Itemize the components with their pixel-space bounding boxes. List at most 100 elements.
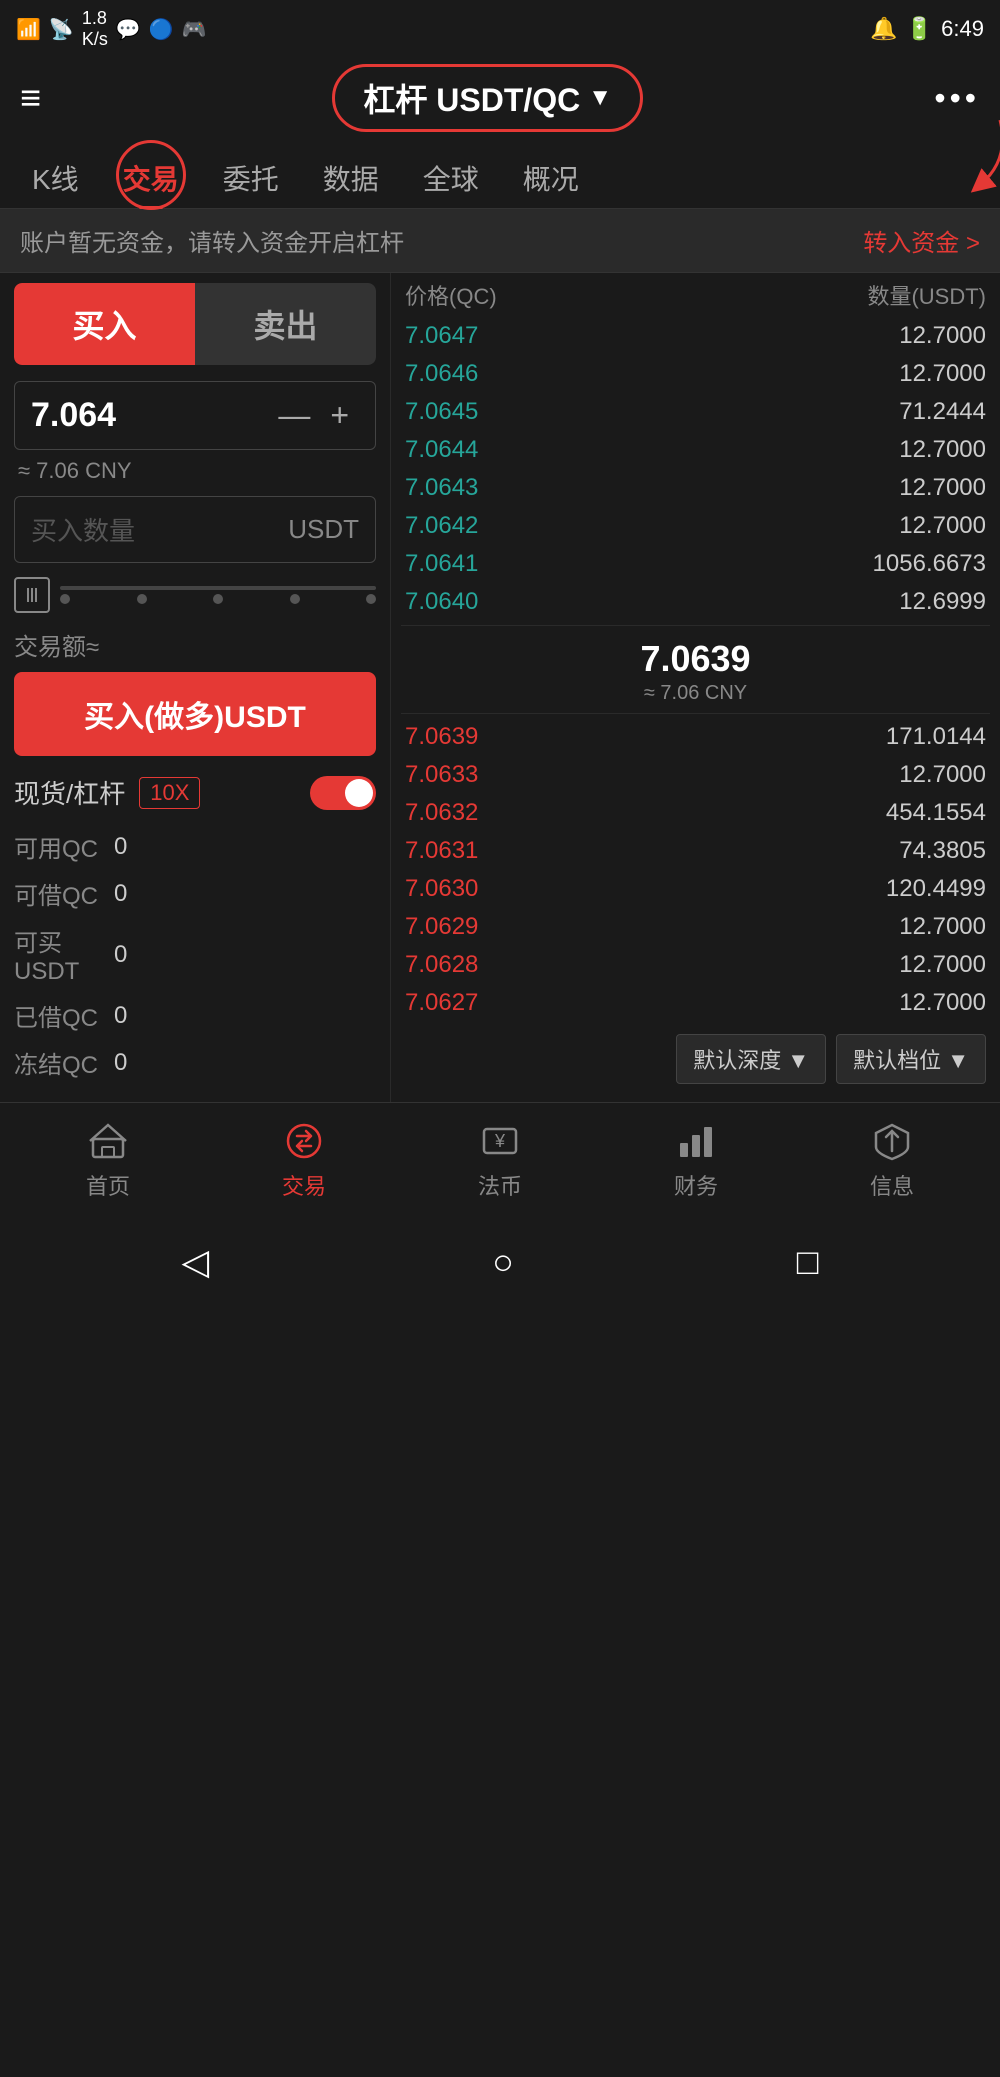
tab-trade[interactable]: 交易 (101, 148, 201, 208)
bid-row-1[interactable]: 7.0633 12.7000 (401, 756, 990, 794)
level-selector[interactable]: 默认档位 ▼ (836, 1034, 986, 1084)
bid-qty-6: 12.7000 (899, 951, 986, 979)
available-qc-row: 可用QC 0 (14, 829, 376, 864)
ask-row-3[interactable]: 7.0644 12.7000 (401, 431, 990, 469)
market-selector[interactable]: 杠杆 USDT/QC ▼ (332, 64, 643, 132)
bid-row-3[interactable]: 7.0631 74.3805 (401, 832, 990, 870)
borrowed-qc-label: 已借QC (14, 998, 114, 1033)
ask-qty-6: 1056.6673 (873, 550, 986, 578)
nav-finance-label: 财务 (674, 1169, 718, 1201)
buy-sell-tabs: 买入 卖出 (14, 283, 376, 365)
nav-fiat[interactable]: ¥ 法币 (460, 1119, 540, 1201)
nav-info-label: 信息 (870, 1169, 914, 1201)
system-nav-bar: ◁ ○ □ (0, 1221, 1000, 1313)
bid-qty-7: 12.7000 (899, 989, 986, 1017)
trade-amount-label: 交易额≈ (14, 627, 99, 662)
depth-selector[interactable]: 默认深度 ▼ (676, 1034, 826, 1084)
bid-price-2: 7.0632 (405, 799, 478, 827)
tab-overview[interactable]: 概况 (501, 148, 601, 208)
home-button[interactable]: ○ (492, 1241, 514, 1283)
slider-dot-1 (137, 594, 147, 604)
toggle-label: 现货/杠杆 (14, 774, 125, 811)
toggle-knob (345, 779, 373, 807)
menu-button[interactable]: ≡ (20, 77, 41, 119)
bid-row-2[interactable]: 7.0632 454.1554 (401, 794, 990, 832)
info-icon (870, 1119, 914, 1163)
nav-finance[interactable]: 财务 (656, 1119, 736, 1201)
ask-row-4[interactable]: 7.0643 12.7000 (401, 469, 990, 507)
finance-icon (674, 1119, 718, 1163)
ask-price-0: 7.0647 (405, 322, 478, 350)
price-decrement[interactable]: — (268, 397, 320, 434)
buy-long-button[interactable]: 买入(做多)USDT (14, 672, 376, 756)
signal-icon: 📶 (16, 17, 41, 42)
market-title: 杠杆 USDT/QC (363, 75, 580, 121)
bell-icon: 🔔 (870, 16, 897, 42)
banner-text: 账户暂无资金，请转入资金开启杠杆 (20, 223, 404, 258)
buy-tab[interactable]: 买入 (14, 283, 195, 365)
bid-qty-1: 12.7000 (899, 761, 986, 789)
ask-qty-5: 12.7000 (899, 512, 986, 540)
ask-row-7[interactable]: 7.0640 12.6999 (401, 583, 990, 621)
status-right: 🔔 🔋 6:49 (870, 16, 984, 42)
bid-row-5[interactable]: 7.0629 12.7000 (401, 908, 990, 946)
slider-track-container[interactable] (60, 586, 376, 604)
sell-tab[interactable]: 卖出 (195, 283, 376, 365)
frozen-qc-label: 冻结QC (14, 1045, 114, 1080)
ask-qty-7: 12.6999 (899, 588, 986, 616)
borrow-qc-value: 0 (114, 880, 127, 908)
ask-row-1[interactable]: 7.0646 12.7000 (401, 355, 990, 393)
order-book-panel: 价格(QC) 数量(USDT) 7.0647 12.7000 7.0646 12… (390, 273, 1000, 1102)
back-button[interactable]: ◁ (181, 1241, 209, 1283)
ask-row-0[interactable]: 7.0647 12.7000 (401, 317, 990, 355)
bid-price-6: 7.0628 (405, 951, 478, 979)
price-increment[interactable]: + (320, 397, 359, 434)
bid-row-4[interactable]: 7.0630 120.4499 (401, 870, 990, 908)
recent-button[interactable]: □ (797, 1241, 819, 1283)
bid-row-0[interactable]: 7.0639 171.0144 (401, 718, 990, 756)
svg-text:¥: ¥ (494, 1131, 506, 1151)
borrowed-qc-row: 已借QC 0 (14, 998, 376, 1033)
frozen-qc-value: 0 (114, 1049, 127, 1077)
ob-price-header: 价格(QC) (405, 279, 497, 311)
fund-banner: 账户暂无资金，请转入资金开启杠杆 转入资金 > (0, 209, 1000, 273)
bid-row-7[interactable]: 7.0627 12.7000 (401, 984, 990, 1022)
nav-home[interactable]: 首页 (68, 1119, 148, 1201)
tab-kline[interactable]: K线 (10, 148, 101, 208)
qty-unit: USDT (288, 514, 359, 545)
fiat-icon: ¥ (478, 1119, 522, 1163)
more-button[interactable]: ••• (934, 80, 980, 117)
nav-home-label: 首页 (86, 1169, 130, 1201)
nav-trade[interactable]: 交易 (264, 1119, 344, 1201)
price-input[interactable]: 7.064 (31, 396, 268, 435)
bid-row-6[interactable]: 7.0628 12.7000 (401, 946, 990, 984)
slider-lines-icon (27, 588, 37, 602)
bid-price-7: 7.0627 (405, 989, 478, 1017)
nav-tabs: K线 交易 委托 数据 全球 概况 (0, 142, 1000, 209)
slider-dot-3 (290, 594, 300, 604)
slider-track[interactable] (60, 586, 376, 590)
qty-input[interactable]: 买入数量 (31, 511, 288, 548)
ask-row-2[interactable]: 7.0645 71.2444 (401, 393, 990, 431)
tab-entrust[interactable]: 委托 (201, 148, 301, 208)
mid-price-cny: ≈ 7.06 CNY (405, 682, 986, 705)
transfer-fund-button[interactable]: 转入资金 > (863, 223, 980, 258)
qty-input-row[interactable]: 买入数量 USDT (14, 496, 376, 563)
tab-global[interactable]: 全球 (401, 148, 501, 208)
depth-controls: 默认深度 ▼ 默认档位 ▼ (401, 1030, 990, 1088)
ask-qty-3: 12.7000 (899, 436, 986, 464)
price-input-row[interactable]: 7.064 — + (14, 381, 376, 450)
tab-data[interactable]: 数据 (301, 148, 401, 208)
mid-price: 7.0639 (405, 638, 986, 680)
ask-row-6[interactable]: 7.0641 1056.6673 (401, 545, 990, 583)
bid-qty-4: 120.4499 (886, 875, 986, 903)
slider-handle[interactable] (14, 577, 50, 613)
nav-fiat-label: 法币 (478, 1169, 522, 1201)
ask-row-5[interactable]: 7.0642 12.7000 (401, 507, 990, 545)
nav-info[interactable]: 信息 (852, 1119, 932, 1201)
trade-amount-row: 交易额≈ (14, 627, 376, 662)
bid-qty-3: 74.3805 (899, 837, 986, 865)
order-book-header: 价格(QC) 数量(USDT) (401, 279, 990, 311)
slider-row[interactable] (14, 577, 376, 613)
leverage-toggle[interactable] (310, 776, 376, 810)
